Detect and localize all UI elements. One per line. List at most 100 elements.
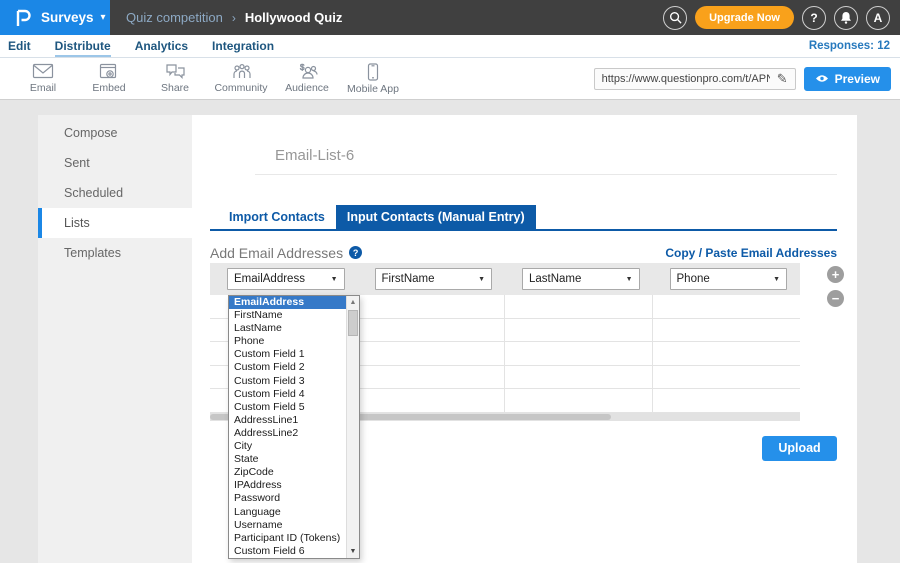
sidebar-item[interactable]: Scheduled — [38, 178, 192, 208]
contacts-tabs: Import Contacts Input Contacts (Manual E… — [210, 205, 837, 231]
table-cell[interactable] — [653, 342, 801, 365]
dropdown-option[interactable]: City — [229, 440, 346, 453]
table-cell[interactable] — [505, 389, 653, 412]
remove-row-button[interactable]: − — [827, 290, 844, 307]
table-cell[interactable] — [358, 366, 506, 389]
toolbar-item-label: Mobile App — [347, 83, 399, 95]
dropdown-option[interactable]: LastName — [229, 322, 346, 335]
nav-item[interactable]: Edit — [8, 37, 31, 55]
table-cell[interactable] — [358, 319, 506, 342]
dropdown-option[interactable]: Custom Field 2 — [229, 361, 346, 374]
column-select-phone[interactable]: Phone ▼ — [670, 268, 788, 290]
toolbar-item-share[interactable]: Share — [142, 63, 208, 94]
nav-item[interactable]: Distribute — [55, 37, 111, 57]
dropdown-scrollbar[interactable]: ▲ ▼ — [346, 296, 359, 558]
dropdown-option[interactable]: Custom Field 3 — [229, 375, 346, 388]
toolbar-item-audience[interactable]: $ Audience — [274, 63, 340, 94]
pencil-icon[interactable]: ✎ — [770, 71, 795, 87]
lists-content: Email-List-6 Import Contacts Input Conta… — [192, 115, 857, 563]
table-cell[interactable] — [358, 389, 506, 412]
tab-import-contacts[interactable]: Import Contacts — [218, 205, 336, 229]
breadcrumb: Quiz competition › Hollywood Quiz — [126, 10, 342, 25]
breadcrumb-current: Hollywood Quiz — [245, 10, 343, 25]
upload-button[interactable]: Upload — [762, 436, 837, 461]
upgrade-now-button[interactable]: Upgrade Now — [695, 6, 794, 29]
toolbar-item-label: Email — [30, 82, 56, 94]
column-header-cell: FirstName ▼ — [358, 263, 506, 295]
topbar-actions: Upgrade Now ? A — [663, 6, 890, 30]
toolbar-item-community[interactable]: Community — [208, 63, 274, 94]
avatar[interactable]: A — [866, 6, 890, 30]
table-cell[interactable] — [653, 366, 801, 389]
chevron-down-icon: ▼ — [626, 276, 633, 283]
table-cell[interactable] — [358, 342, 506, 365]
question-circle-icon[interactable]: ? — [349, 246, 362, 259]
tab-input-contacts-manual-entry[interactable]: Input Contacts (Manual Entry) — [336, 205, 536, 229]
sidebar-item[interactable]: Templates — [38, 238, 192, 268]
dropdown-option[interactable]: EmailAddress — [229, 296, 346, 309]
community-icon — [231, 63, 252, 80]
notifications-button[interactable] — [834, 6, 858, 30]
contacts-table: EmailAddress ▼ FirstName ▼ LastName — [210, 263, 800, 421]
table-cell[interactable] — [505, 319, 653, 342]
email-sidebar: ComposeSentScheduledListsTemplates — [38, 115, 192, 563]
column-select-firstname[interactable]: FirstName ▼ — [375, 268, 493, 290]
help-button[interactable]: ? — [802, 6, 826, 30]
responses-count[interactable]: Responses: 12 — [809, 40, 890, 52]
preview-label: Preview — [835, 72, 880, 86]
dropdown-option[interactable]: FirstName — [229, 309, 346, 322]
toolbar-item-email[interactable]: Email — [10, 63, 76, 94]
survey-url-value[interactable]: https://www.questionpro.com/t/APNrFZ — [595, 73, 770, 85]
copy-paste-link[interactable]: Copy / Paste Email Addresses — [665, 246, 837, 260]
dropdown-option[interactable]: Custom Field 1 — [229, 348, 346, 361]
sidebar-item[interactable]: Lists — [38, 208, 192, 238]
search-button[interactable] — [663, 6, 687, 30]
dropdown-option[interactable]: Language — [229, 506, 346, 519]
product-name: Surveys — [41, 10, 94, 25]
breadcrumb-parent[interactable]: Quiz competition — [126, 10, 223, 25]
dropdown-option[interactable]: Username — [229, 519, 346, 532]
nav-item[interactable]: Analytics — [135, 37, 188, 55]
column-header-cell: LastName ▼ — [505, 263, 653, 295]
dropdown-option[interactable]: AddressLine2 — [229, 427, 346, 440]
dropdown-option[interactable]: Custom Field 5 — [229, 401, 346, 414]
table-cell[interactable] — [505, 295, 653, 318]
dropdown-option[interactable]: Password — [229, 492, 346, 505]
dropdown-option[interactable]: State — [229, 453, 346, 466]
sidebar-item[interactable]: Sent — [38, 148, 192, 178]
table-cell[interactable] — [505, 342, 653, 365]
scrollbar-thumb[interactable] — [348, 310, 358, 336]
dropdown-option[interactable]: AddressLine1 — [229, 414, 346, 427]
toolbar-item-embed[interactable]: Embed — [76, 63, 142, 94]
dropdown-option[interactable]: Custom Field 6 — [229, 545, 346, 558]
preview-button[interactable]: Preview — [804, 67, 891, 91]
dropdown-option[interactable]: Phone — [229, 335, 346, 348]
column-select-lastname[interactable]: LastName ▼ — [522, 268, 640, 290]
toolbar-item-mobile-app[interactable]: Mobile App — [340, 63, 406, 95]
field-dropdown-open: EmailAddressFirstNameLastNamePhoneCustom… — [228, 295, 360, 559]
scroll-down-icon[interactable]: ▼ — [347, 545, 359, 558]
dropdown-option[interactable]: Participant ID (Tokens) — [229, 532, 346, 545]
share-icon — [165, 63, 186, 80]
dropdown-option[interactable]: Custom Field 4 — [229, 388, 346, 401]
survey-nav: Edit Distribute Analytics Integration Respo… — [0, 35, 900, 58]
table-cell[interactable] — [653, 295, 801, 318]
scroll-up-icon[interactable]: ▲ — [347, 296, 359, 309]
nav-item[interactable]: Integration — [212, 37, 274, 55]
survey-url-field[interactable]: https://www.questionpro.com/t/APNrFZ ✎ — [594, 68, 796, 90]
sidebar-item[interactable]: Compose — [38, 118, 192, 148]
list-title[interactable]: Email-List-6 — [275, 147, 354, 164]
table-cell[interactable] — [653, 319, 801, 342]
page-background: ComposeSentScheduledListsTemplates Email… — [0, 100, 900, 563]
dropdown-option[interactable]: ZipCode — [229, 466, 346, 479]
dropdown-option[interactable]: IPAddress — [229, 479, 346, 492]
add-row-button[interactable]: + — [827, 266, 844, 283]
embed-icon — [99, 63, 119, 80]
breadcrumb-separator: › — [232, 11, 236, 25]
toolbar-item-label: Embed — [92, 82, 125, 94]
column-select-email[interactable]: EmailAddress ▼ — [227, 268, 345, 290]
surveys-product-menu[interactable]: Surveys ▾ — [0, 0, 110, 35]
table-cell[interactable] — [358, 295, 506, 318]
table-cell[interactable] — [505, 366, 653, 389]
table-cell[interactable] — [653, 389, 801, 412]
